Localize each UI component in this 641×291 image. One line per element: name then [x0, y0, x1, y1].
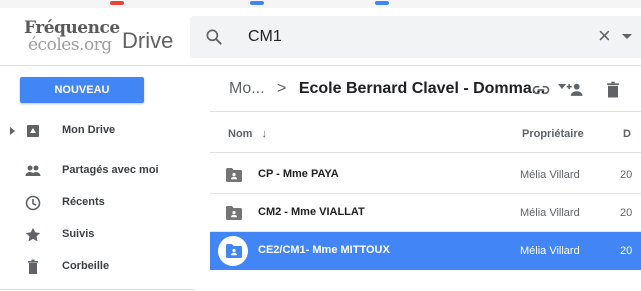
search-options-arrow-icon[interactable] [622, 34, 632, 39]
header: Fréquence écoles.org Drive CM1 × [0, 8, 641, 66]
shared-folder-icon [226, 206, 242, 220]
sort-arrow-icon[interactable]: ↓ [262, 128, 268, 140]
strip-mark [250, 1, 264, 5]
file-name: CP - Mme PAYA [258, 168, 339, 180]
column-header-owner[interactable]: Propriétaire [522, 128, 584, 140]
expand-caret-icon[interactable] [10, 127, 15, 135]
file-name: CM2 - Mme VIALLAT [258, 206, 365, 218]
star-icon [25, 227, 41, 242]
sidebar-item-label: Partagés avec moi [62, 164, 159, 176]
people-icon [25, 165, 41, 176]
breadcrumb-separator: > [277, 80, 287, 97]
sidebar-item-partages[interactable]: Partagés avec moi [0, 160, 195, 186]
sidebar-item-label: Suivis [62, 228, 95, 240]
app-title: Drive [122, 28, 174, 53]
drive-icon [27, 125, 39, 137]
strip-mark [375, 1, 389, 5]
trash-icon[interactable] [602, 80, 624, 100]
file-owner: Mélia Villard [520, 245, 580, 257]
file-row[interactable]: CP - Mme PAYA Mélia Villard 20 [210, 156, 641, 194]
column-header-date[interactable]: D [623, 128, 631, 140]
clear-search-icon[interactable]: × [598, 25, 611, 47]
breadcrumb-parent[interactable]: Mo... [229, 80, 265, 97]
share-person-icon[interactable] [564, 80, 586, 100]
sidebar-item-label: Mon Drive [62, 124, 116, 136]
breadcrumb: Mo... > Ecole Bernard Clavel - Domma... [229, 80, 566, 102]
sidebar-divider [0, 289, 195, 290]
sidebar-item-recents[interactable]: Récents [0, 192, 195, 218]
link-icon[interactable] [530, 80, 552, 100]
file-name: CE2/CM1- Mme MITTOUX [258, 244, 390, 256]
file-owner: Mélia Villard [520, 169, 580, 181]
search-bar[interactable]: CM1 × [190, 16, 641, 58]
logo-line-2: écoles.org [28, 35, 112, 55]
file-row[interactable]: CM2 - Mme VIALLAT Mélia Villard 20 [210, 194, 641, 232]
breadcrumb-current-folder[interactable]: Ecole Bernard Clavel - Domma... [299, 80, 545, 97]
strip-mark [110, 1, 124, 5]
sidebar-item-corbeille[interactable]: Corbeille [0, 256, 195, 282]
file-date: 20 [620, 245, 633, 257]
sidebar-item-suivis[interactable]: Suivis [0, 224, 195, 250]
search-input[interactable]: CM1 [248, 28, 282, 46]
search-icon[interactable] [204, 27, 224, 47]
file-date: 20 [620, 207, 633, 219]
column-header-name-label: Nom [228, 128, 253, 140]
new-button[interactable]: NOUVEAU [20, 77, 144, 103]
sidebar-item-mon-drive[interactable]: Mon Drive [0, 120, 195, 146]
sidebar-item-label: Récents [62, 196, 105, 208]
toolbar-divider [210, 111, 641, 112]
file-owner: Mélia Villard [520, 207, 580, 219]
header-divider [210, 152, 641, 153]
sidebar-item-label: Corbeille [62, 260, 110, 272]
file-date: 20 [620, 169, 633, 181]
column-header-name[interactable]: Nom ↓ [228, 128, 267, 140]
clock-icon [25, 195, 41, 211]
file-row-selected[interactable]: CE2/CM1- Mme MITTOUX Mélia Villard 20 [210, 232, 641, 270]
trash-icon [28, 259, 38, 274]
shared-folder-icon [226, 168, 242, 182]
shared-folder-icon [226, 244, 242, 258]
browser-top-strip [0, 0, 641, 8]
